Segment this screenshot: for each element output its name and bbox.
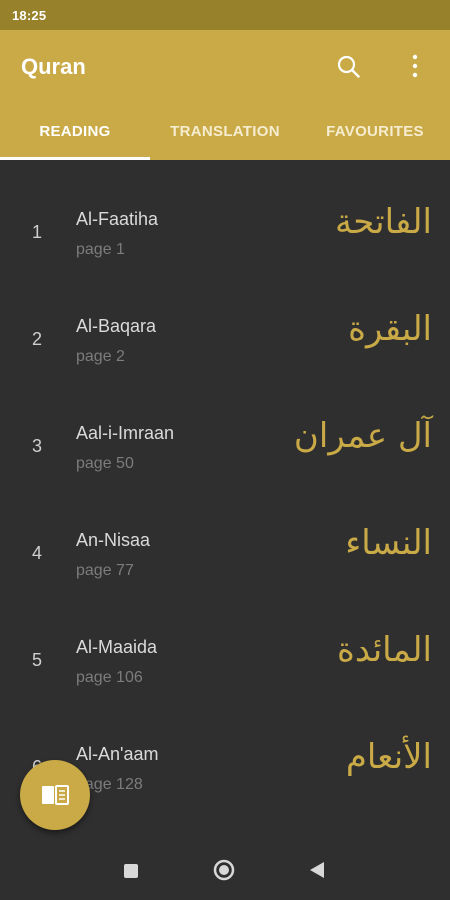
surah-arabic-name: الفاتحة: [334, 202, 432, 242]
home-button[interactable]: [213, 859, 235, 881]
back-button[interactable]: [309, 861, 325, 879]
recents-button[interactable]: [124, 864, 138, 878]
surah-name: An-Nisaa: [76, 530, 151, 550]
surah-number: 4: [32, 543, 43, 563]
app-title: Quran: [21, 54, 86, 79]
surah-arabic-name: النساء: [345, 523, 432, 563]
status-time: 18:25: [12, 8, 47, 23]
surah-number: 5: [32, 650, 43, 670]
surah-arabic-name: الأنعام: [345, 737, 432, 777]
surah-page: page 1: [76, 241, 125, 258]
surah-row[interactable]: 4 An-Nisaa page 77 النساء: [0, 481, 450, 588]
more-options-button[interactable]: [403, 50, 427, 82]
surah-page: page 50: [76, 455, 134, 472]
system-nav-bar: [0, 840, 450, 900]
surah-number: 2: [32, 329, 43, 349]
surah-number: 1: [32, 222, 43, 242]
app-bar: Quran READING TRANSLATION FAVOURITES: [0, 30, 450, 160]
status-bar: 18:25: [0, 0, 450, 30]
surah-row[interactable]: 5 Al-Maaida page 106 المائدة: [0, 588, 450, 695]
tab-translation[interactable]: TRANSLATION: [150, 102, 300, 160]
surah-name: Aal-i-Imraan: [76, 423, 175, 443]
surah-number: 3: [32, 436, 43, 456]
surah-name: Al-Maaida: [76, 637, 158, 657]
surah-name: Al-Baqara: [76, 316, 157, 336]
surah-page: page 77: [76, 562, 134, 579]
surah-arabic-name: المائدة: [337, 630, 432, 670]
tab-reading[interactable]: READING: [0, 102, 150, 160]
search-button[interactable]: [334, 52, 364, 82]
surah-page: page 2: [76, 348, 125, 365]
more-vert-icon: [412, 54, 418, 78]
surah-row[interactable]: 3 Aal-i-Imraan page 50 آل عمران: [0, 374, 450, 481]
surah-arabic-name: البقرة: [348, 309, 432, 349]
triangle-back-icon: [310, 862, 324, 878]
surah-row[interactable]: 2 Al-Baqara page 2 البقرة: [0, 267, 450, 374]
surah-arabic-name: آل عمران: [293, 416, 432, 456]
circle-icon: [213, 859, 235, 881]
tab-favourites[interactable]: FAVOURITES: [300, 102, 450, 160]
tab-reading-label: READING: [39, 122, 111, 140]
book-icon: [42, 785, 69, 805]
surah-name: Al-Faatiha: [76, 209, 159, 229]
surah-row[interactable]: 1 Al-Faatiha page 1 الفاتحة: [0, 160, 450, 267]
tab-favourites-label: FAVOURITES: [326, 122, 424, 140]
search-icon: [337, 55, 360, 78]
tab-bar: READING TRANSLATION FAVOURITES: [0, 102, 450, 160]
open-reader-fab[interactable]: [20, 760, 90, 830]
tab-translation-label: TRANSLATION: [170, 122, 280, 140]
surah-name: Al-An'aam: [76, 744, 159, 764]
surah-page: page 106: [76, 669, 143, 686]
